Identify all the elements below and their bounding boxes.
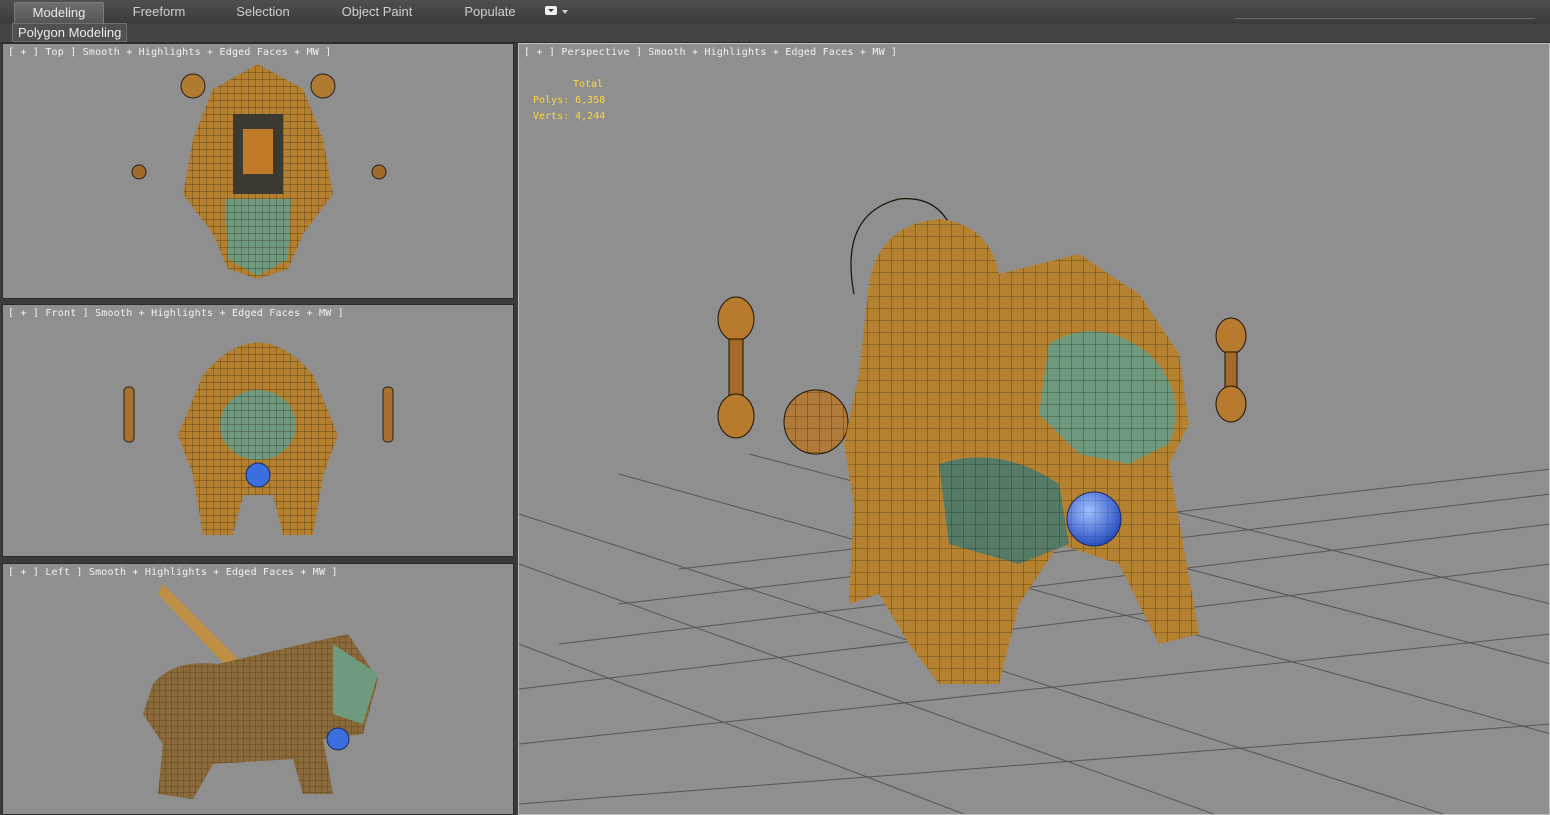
ribbon-divider [1235, 18, 1535, 19]
dropdown-icon[interactable] [545, 6, 557, 15]
chevron-down-icon[interactable] [562, 10, 568, 14]
viewport-front[interactable]: [ + ] Front ] Smooth + Highlights + Edge… [2, 304, 514, 557]
viewport-top[interactable]: [ + ] Top ] Smooth + Highlights + Edged … [2, 43, 514, 299]
ribbon-bar: Modeling Freeform Selection Object Paint… [0, 0, 1550, 25]
tab-object-paint[interactable]: Object Paint [312, 2, 442, 22]
tab-populate[interactable]: Populate [442, 2, 538, 22]
tab-freeform[interactable]: Freeform [104, 2, 214, 22]
model-left-view [143, 584, 378, 799]
right-totem [1215, 317, 1247, 423]
model-top-view [131, 64, 387, 279]
left-totem [717, 296, 755, 439]
ribbon-panel-bar: Polygon Modeling [0, 23, 1550, 43]
polygon-modeling-panel-button[interactable]: Polygon Modeling [12, 23, 128, 42]
tab-modeling[interactable]: Modeling [14, 2, 104, 23]
model-front-view [123, 342, 394, 535]
viewport-perspective[interactable]: [ + ] Perspective ] Smooth + Highlights … [518, 43, 1550, 815]
viewport-left[interactable]: [ + ] Left ] Smooth + Highlights + Edged… [2, 563, 514, 815]
tab-selection[interactable]: Selection [214, 2, 312, 22]
ribbon-tabs: Modeling Freeform Selection Object Paint… [14, 2, 538, 23]
model-perspective-view [519, 198, 1549, 814]
